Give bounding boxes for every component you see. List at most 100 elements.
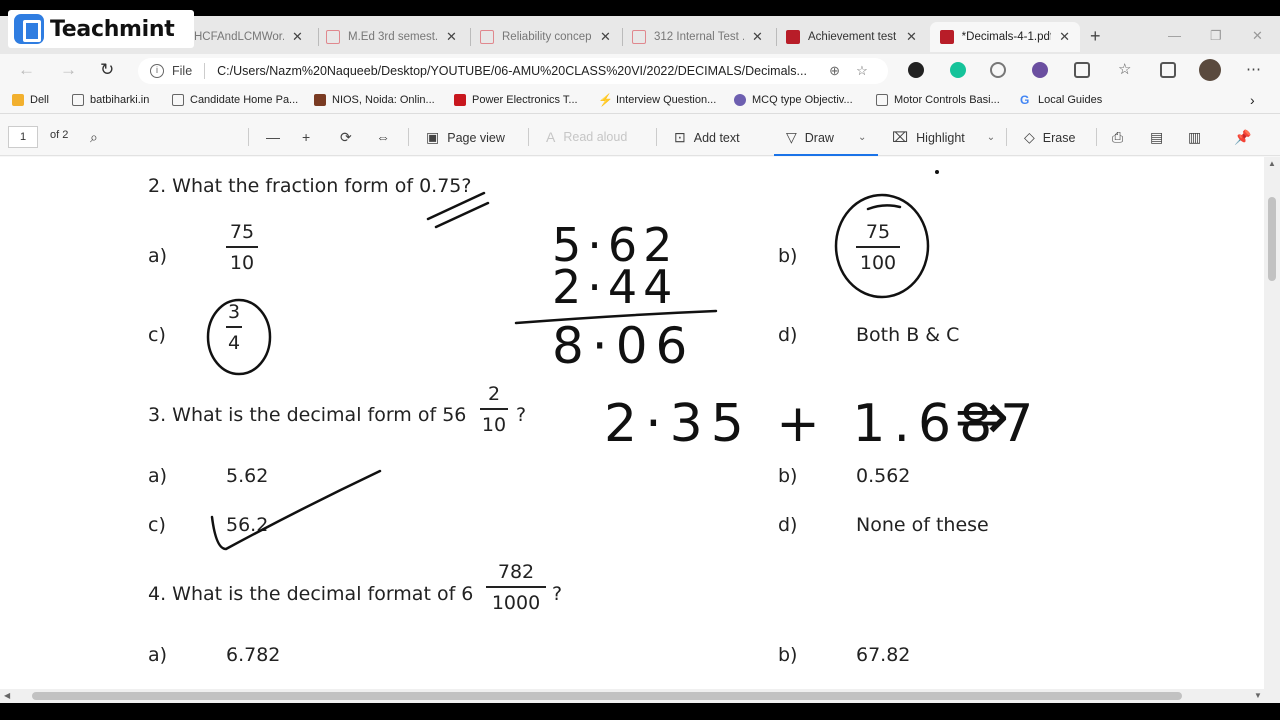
scroll-up-icon[interactable]: ▲	[1268, 159, 1276, 168]
bookmark-local-guides[interactable]: G Local Guides	[1020, 94, 1102, 106]
bookmark-label: Dell	[30, 94, 49, 106]
page-icon	[172, 94, 184, 106]
browser-window: Teachmint HCFAndLCMWor... ✕ M.Ed 3rd sem…	[0, 0, 1280, 720]
job-icon	[454, 94, 466, 106]
read-aloud-icon: A	[546, 129, 556, 145]
close-icon[interactable]: ✕	[752, 29, 763, 45]
pin-icon: 📌	[1234, 129, 1252, 145]
minimize-icon[interactable]: —	[1168, 28, 1181, 43]
erase-button[interactable]: ◇ Erase	[1024, 129, 1075, 146]
close-icon[interactable]: ✕	[446, 29, 457, 45]
tab-internal-test[interactable]: 312 Internal Test ... ✕	[632, 22, 763, 52]
page-icon	[72, 94, 84, 106]
draw-button[interactable]: ▽ Draw ⌄	[774, 129, 878, 156]
tab-hcf-lcm[interactable]: HCFAndLCMWor... ✕	[194, 22, 303, 52]
address-bar[interactable]: i File C:/Users/Nazm%20Naqueeb/Desktop/Y…	[138, 58, 888, 84]
extensions-icon[interactable]	[1074, 62, 1090, 78]
close-window-icon[interactable]: ✕	[1252, 28, 1263, 44]
more-menu-icon[interactable]: ⋯	[1246, 60, 1261, 78]
save-as-icon: ▥	[1188, 129, 1202, 145]
tab-achievement-test[interactable]: Achievement test ✕	[786, 22, 917, 52]
bookmark-nios[interactable]: NIOS, Noida: Onlin...	[314, 94, 435, 106]
reload-icon[interactable]: ↻	[100, 60, 114, 80]
profile-avatar[interactable]	[1199, 59, 1221, 81]
grammarly-icon[interactable]	[950, 62, 966, 78]
bookmark-candidate-home[interactable]: Candidate Home Pa...	[172, 94, 298, 106]
back-arrow-icon[interactable]: ←	[18, 60, 35, 80]
horizontal-scroll-thumb[interactable]	[32, 692, 1182, 700]
bookmark-mcq[interactable]: MCQ type Objectiv...	[734, 94, 853, 106]
ink-result: 8·06	[552, 317, 695, 375]
tab-label: 312 Internal Test ...	[654, 31, 744, 43]
bookmark-label: Candidate Home Pa...	[190, 94, 299, 106]
page-view-label: Page view	[447, 130, 505, 145]
tab-label: Reliability concep...	[502, 31, 592, 43]
extension-clock-icon[interactable]	[990, 62, 1006, 78]
vertical-scroll-thumb[interactable]	[1268, 197, 1276, 281]
save-as-button[interactable]: ▥	[1188, 129, 1209, 146]
tab-divider	[622, 28, 623, 46]
read-aloud-button[interactable]: A Read aloud	[546, 129, 627, 145]
bookmarks-overflow-chevron-icon[interactable]: ›	[1250, 92, 1255, 108]
eraser-icon: ◇	[1024, 129, 1035, 145]
bookmark-motor-controls[interactable]: Motor Controls Basi...	[876, 94, 1000, 106]
bookmark-dell[interactable]: Dell	[12, 94, 49, 106]
zoom-in-button[interactable]: +	[302, 129, 318, 145]
find-search-icon[interactable]: ⌕	[90, 129, 106, 146]
draw-pen-icon: ▽	[786, 129, 797, 145]
close-icon[interactable]: ✕	[906, 29, 917, 45]
favorites-icon[interactable]: ☆	[1118, 60, 1131, 78]
pdf-page[interactable]: 2. What the fraction form of 0.75? a) 75…	[0, 157, 1264, 689]
url-text[interactable]: C:/Users/Nazm%20Naqueeb/Desktop/YOUTUBE/…	[217, 64, 817, 78]
new-tab-button[interactable]: +	[1090, 26, 1101, 47]
ink-tick-mark	[210, 469, 382, 551]
bookmark-interview-questions[interactable]: ⚡ Interview Question...	[598, 94, 716, 106]
rotate-button[interactable]: ⟳	[340, 129, 360, 146]
favorites-add-icon[interactable]: ☆	[856, 63, 868, 79]
tab-reliability[interactable]: Reliability concep... ✕	[480, 22, 611, 52]
rotate-icon: ⟳	[340, 129, 352, 145]
bookmark-label: Local Guides	[1038, 94, 1103, 106]
bookmark-power-electronics[interactable]: Power Electronics T...	[454, 94, 578, 106]
zoom-icon[interactable]: ⊕	[829, 63, 840, 79]
bookmark-label: Motor Controls Basi...	[894, 94, 1000, 106]
restore-icon[interactable]: ❐	[1210, 28, 1222, 44]
fit-page-button[interactable]: ⇔	[376, 129, 398, 145]
add-text-button[interactable]: ⊡ Add text	[674, 129, 740, 146]
chevron-down-icon[interactable]: ⌄	[858, 132, 866, 143]
forward-arrow-icon[interactable]: →	[60, 60, 77, 80]
highlight-button[interactable]: ⌧ Highlight ⌄	[892, 129, 995, 146]
bookmark-label: MCQ type Objectiv...	[752, 94, 853, 106]
tab-decimals-active[interactable]: *Decimals-4-1.pdf ✕	[930, 22, 1080, 52]
extension-puzzle-alt-icon[interactable]	[1032, 62, 1048, 78]
google-icon: G	[1020, 93, 1030, 107]
extension-shield-icon[interactable]	[908, 62, 924, 78]
page-number-input[interactable]: 1	[8, 126, 38, 148]
close-icon[interactable]: ✕	[1059, 29, 1070, 45]
mcq-icon	[734, 94, 746, 106]
page-total: of 2	[50, 129, 69, 141]
save-button[interactable]: ▤	[1150, 129, 1171, 146]
highlight-label: Highlight	[916, 130, 965, 145]
scroll-left-icon[interactable]: ◀	[4, 691, 10, 700]
tab-divider	[776, 28, 777, 46]
pin-toolbar-button[interactable]: 📌	[1234, 129, 1259, 146]
pdf-icon	[786, 30, 800, 44]
horizontal-scrollbar[interactable]: ◀ ▼	[0, 689, 1280, 703]
info-icon[interactable]: i	[150, 64, 164, 78]
close-icon[interactable]: ✕	[292, 29, 303, 45]
collections-icon[interactable]	[1160, 62, 1176, 78]
chevron-down-icon[interactable]: ⌄	[987, 132, 995, 143]
page-view-button[interactable]: ▣ Page view	[426, 129, 505, 146]
close-icon[interactable]: ✕	[600, 29, 611, 45]
zoom-out-button[interactable]: —	[266, 129, 288, 145]
teachmint-logo-icon	[14, 14, 44, 44]
print-button[interactable]: ⎙	[1112, 129, 1131, 146]
vertical-scrollbar[interactable]: ▲	[1264, 157, 1280, 689]
ink-circle-option-c	[206, 298, 272, 376]
scroll-down-icon[interactable]: ▼	[1254, 691, 1262, 700]
ink-annotations-layer: 5·62 2·44 8·06 2·35 + 1.687 ⇒	[206, 170, 1033, 551]
bookmark-batbiharki[interactable]: batbiharki.in	[72, 94, 149, 106]
tab-med-semester[interactable]: M.Ed 3rd semest... ✕	[326, 22, 457, 52]
toolbar-divider	[248, 128, 249, 146]
